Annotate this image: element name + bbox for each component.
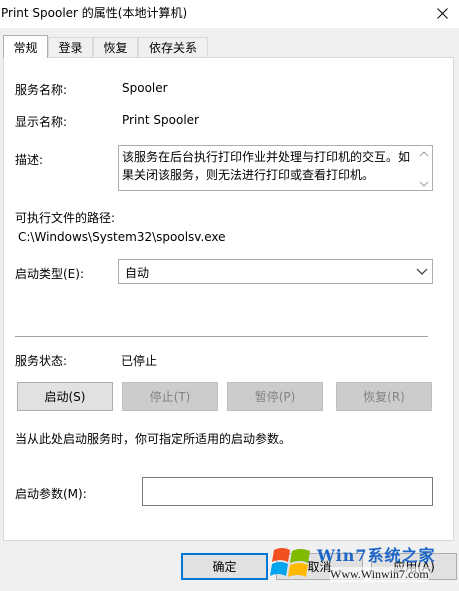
tab-panel-general xyxy=(3,57,454,541)
start-button[interactable]: 启动(S) xyxy=(17,382,113,411)
service-name-value: Spooler xyxy=(122,81,168,95)
description-label: 描述: xyxy=(15,153,44,167)
tab-general[interactable]: 常规 xyxy=(3,35,48,58)
ok-button[interactable]: 确定 xyxy=(181,553,268,580)
stop-button[interactable]: 停止(T) xyxy=(122,382,218,411)
separator xyxy=(15,336,428,337)
resume-button[interactable]: 恢复(R) xyxy=(336,382,432,411)
exe-path-label: 可执行文件的路径: xyxy=(15,211,116,225)
window-title: Print Spooler 的属性(本地计算机) xyxy=(1,6,188,20)
title-bar: Print Spooler 的属性(本地计算机) xyxy=(0,0,459,28)
close-icon xyxy=(437,7,448,19)
apply-button[interactable]: 应用(A) xyxy=(371,553,457,580)
start-params-hint: 当从此处启动服务时，你可指定所适用的启动参数。 xyxy=(15,432,292,446)
start-params-input[interactable] xyxy=(142,477,433,506)
close-button[interactable] xyxy=(426,0,459,26)
service-status-value: 已停止 xyxy=(121,354,158,368)
description-text: 该服务在后台执行打印作业并处理与打印机的交互。如果关闭该服务，则无法进行打印或查… xyxy=(122,150,411,182)
exe-path-value: C:\Windows\System32\spoolsv.exe xyxy=(18,230,226,244)
description-scrollbar[interactable] xyxy=(416,146,432,190)
tab-logon[interactable]: 登录 xyxy=(48,37,93,57)
description-box[interactable]: 该服务在后台执行打印作业并处理与打印机的交互。如果关闭该服务，则无法进行打印或查… xyxy=(118,145,433,191)
display-name-value: Print Spooler xyxy=(122,113,199,127)
tab-dependencies[interactable]: 依存关系 xyxy=(138,37,208,57)
startup-type-select[interactable]: 自动 xyxy=(118,259,433,284)
tab-recovery[interactable]: 恢复 xyxy=(93,37,138,57)
scroll-up-icon[interactable] xyxy=(416,148,432,160)
startup-type-value: 自动 xyxy=(125,266,150,280)
start-params-label: 启动参数(M): xyxy=(15,487,87,501)
scroll-down-icon[interactable] xyxy=(416,178,432,190)
startup-type-label: 启动类型(E): xyxy=(15,267,84,281)
cancel-button[interactable]: 取消 xyxy=(276,553,363,580)
service-status-label: 服务状态: xyxy=(15,354,68,368)
pause-button[interactable]: 暂停(P) xyxy=(227,382,323,411)
chevron-down-icon xyxy=(416,268,428,275)
service-name-label: 服务名称: xyxy=(15,83,68,97)
display-name-label: 显示名称: xyxy=(15,115,68,129)
